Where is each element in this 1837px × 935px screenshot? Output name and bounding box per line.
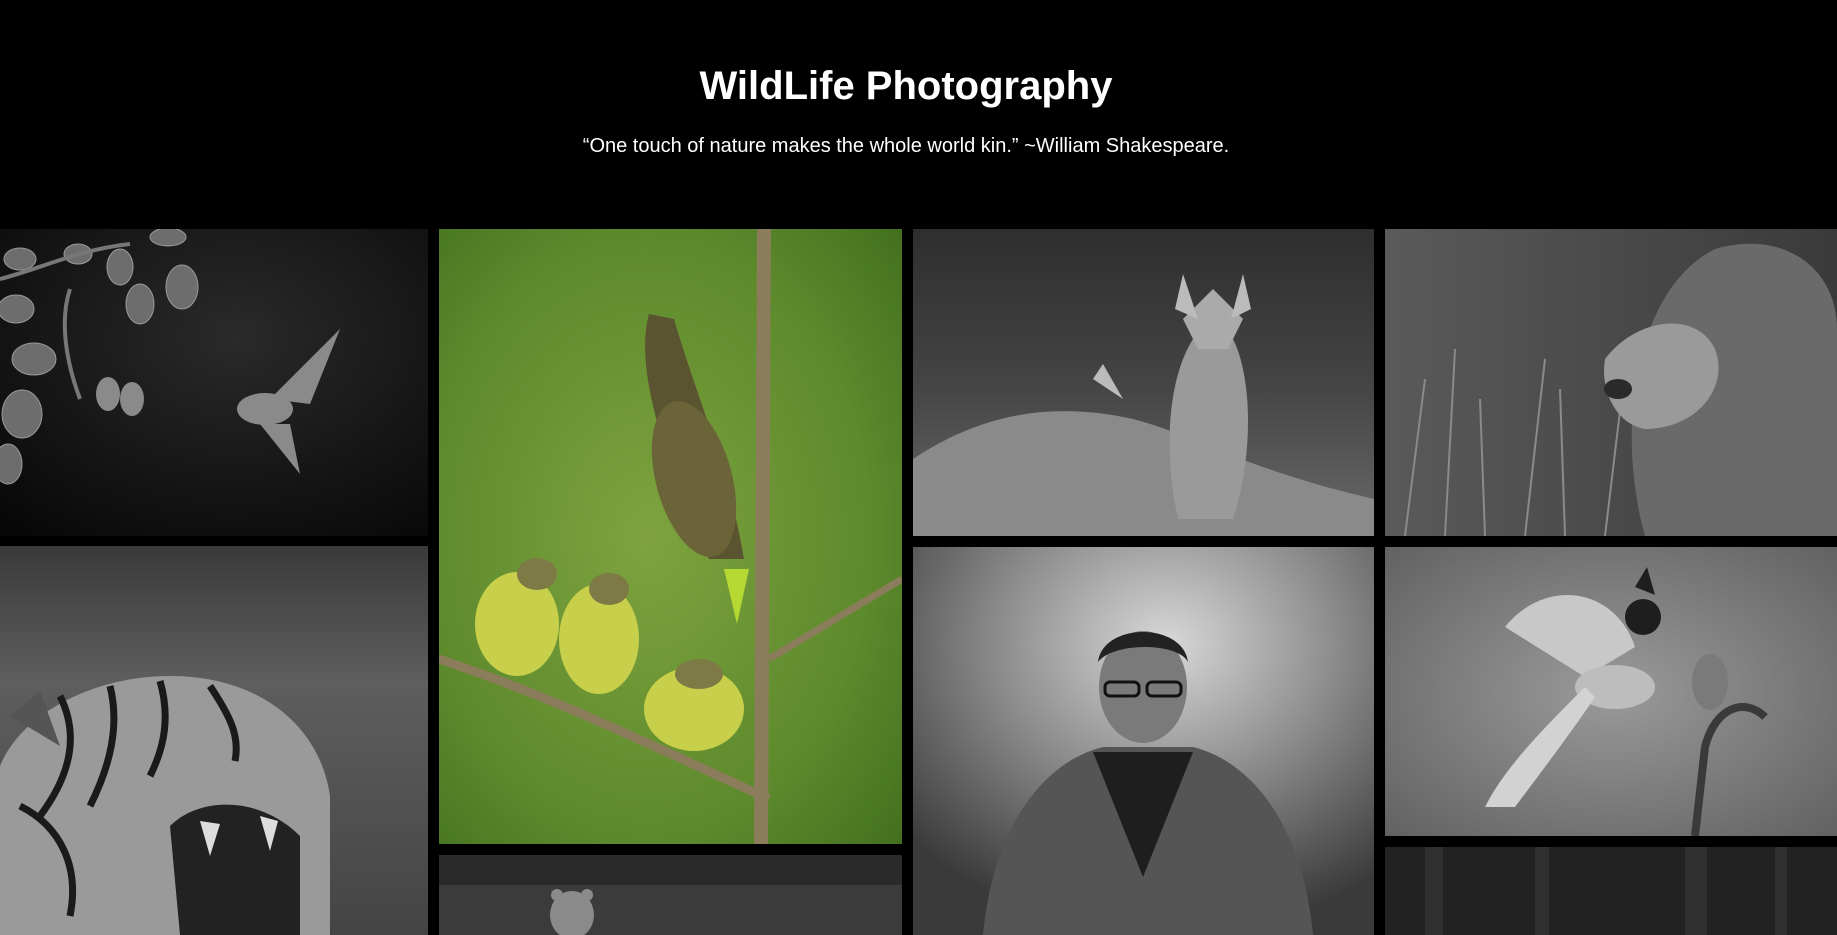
gallery-photo-bear[interactable]: [439, 855, 902, 935]
forest-image: [1385, 847, 1837, 935]
gallery-photo-flycatcher[interactable]: [1385, 547, 1837, 836]
gallery-photo-fox[interactable]: [913, 229, 1374, 536]
gallery-photo-sunbird[interactable]: [0, 229, 428, 536]
lion-image: [1385, 229, 1837, 536]
birds-feeding-image: [439, 229, 902, 844]
page-header: WildLife Photography “One touch of natur…: [0, 0, 1837, 228]
page-quote: “One touch of nature makes the whole wor…: [582, 135, 1230, 157]
portrait-image: [913, 547, 1374, 935]
bear-image: [439, 855, 902, 935]
fox-image: [913, 229, 1374, 536]
page-title: WildLife Photography: [699, 64, 1113, 108]
gallery-photo-birds-color[interactable]: [439, 229, 902, 844]
tiger-image: [0, 546, 428, 935]
gallery-photo-portrait[interactable]: [913, 547, 1374, 935]
gallery-photo-forest[interactable]: [1385, 847, 1837, 935]
photo-gallery: [0, 229, 1837, 935]
gallery-photo-lion[interactable]: [1385, 229, 1837, 536]
gallery-photo-tiger[interactable]: [0, 546, 428, 935]
sunbird-image: [0, 229, 428, 536]
flycatcher-image: [1385, 547, 1837, 836]
